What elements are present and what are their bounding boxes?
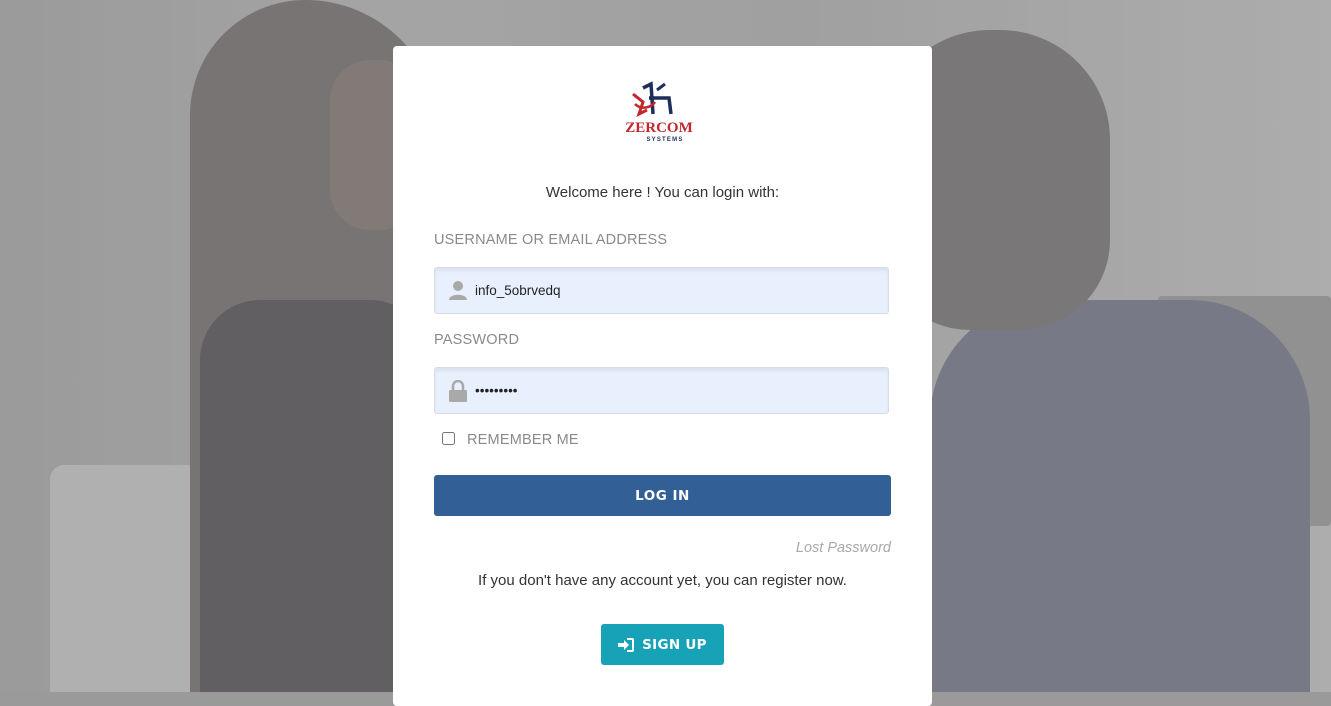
lost-password-link[interactable]: Lost Password <box>796 540 891 556</box>
username-label: USERNAME OR EMAIL ADDRESS <box>434 232 668 248</box>
svg-text:SYSTEMS: SYSTEMS <box>646 137 683 143</box>
signup-button[interactable]: SIGN UP <box>601 624 724 665</box>
signup-label: SIGN UP <box>642 636 707 653</box>
password-label: PASSWORD <box>434 332 520 348</box>
zercom-logo: ZERCOM SYSTEMS <box>625 81 693 143</box>
login-button[interactable]: LOG IN <box>434 475 891 516</box>
username-input[interactable] <box>475 268 875 313</box>
login-card: ZERCOM SYSTEMS Welcome here ! You can lo… <box>393 46 932 706</box>
remember-me-label[interactable]: REMEMBER ME <box>467 432 579 448</box>
password-input[interactable] <box>475 368 875 413</box>
username-field[interactable] <box>434 267 889 314</box>
password-field[interactable] <box>434 367 889 414</box>
welcome-text: Welcome here ! You can login with: <box>545 184 780 201</box>
lock-icon <box>449 380 467 402</box>
svg-text:ZERCOM: ZERCOM <box>625 120 693 136</box>
user-icon <box>449 281 467 300</box>
sign-in-icon <box>618 637 635 652</box>
remember-me-checkbox[interactable] <box>442 432 455 445</box>
register-text: If you don't have any account yet, you c… <box>478 572 847 589</box>
